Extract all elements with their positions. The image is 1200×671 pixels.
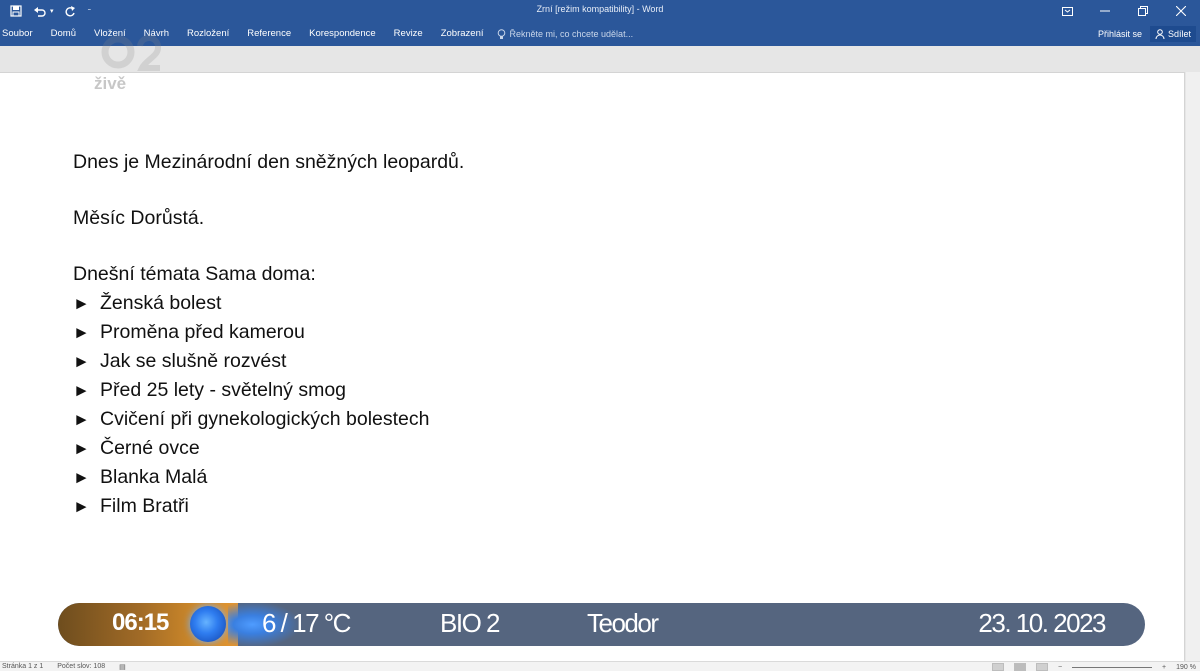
tab-domu[interactable]: Domů	[42, 22, 85, 46]
topic-item: ► Před 25 lety - světelný smog	[73, 376, 464, 405]
topic-item: ► Blanka Malá	[73, 463, 464, 492]
bullet-arrow-icon: ►	[73, 497, 90, 516]
bullet-arrow-icon: ►	[73, 468, 90, 487]
minimize-icon[interactable]	[1086, 0, 1124, 22]
topic-text: Před 25 lety - světelný smog	[100, 379, 347, 401]
sign-in-link[interactable]: Přihlásit se	[1098, 29, 1142, 39]
topic-text: Černé ovce	[100, 437, 200, 459]
tab-reference[interactable]: Reference	[238, 22, 300, 46]
status-left: Stránka 1 z 1 Počet slov: 108 ▤	[2, 663, 126, 671]
topic-item: ► Proměna před kamerou	[73, 318, 464, 347]
topic-text: Cvičení při gynekologických bolestech	[100, 408, 430, 430]
bullet-arrow-icon: ►	[73, 352, 90, 371]
tv-name-day: Teodor	[587, 608, 659, 638]
lightbulb-icon	[497, 28, 505, 39]
status-bar: Stránka 1 z 1 Počet slov: 108 ▤ − + 190 …	[0, 661, 1200, 671]
topic-text: Proměna před kamerou	[100, 321, 305, 343]
channel-logo-text: živě	[94, 74, 127, 93]
bullet-arrow-icon: ►	[73, 323, 90, 342]
page-count[interactable]: Stránka 1 z 1	[2, 663, 43, 671]
zoom-in-button[interactable]: +	[1162, 664, 1166, 671]
tab-soubor[interactable]: Soubor	[2, 22, 42, 46]
bullet-arrow-icon: ►	[73, 439, 90, 458]
restore-icon[interactable]	[1124, 0, 1162, 22]
topic-text: Blanka Malá	[100, 466, 208, 488]
share-label: Sdílet	[1167, 29, 1191, 39]
status-right: − + 190 %	[991, 663, 1196, 671]
empty-paragraph	[73, 177, 464, 204]
doc-line-moon: Měsíc Dorůstá.	[73, 207, 205, 229]
print-layout-button[interactable]	[1013, 663, 1026, 671]
tv-date: 23. 10. 2023	[978, 608, 1106, 638]
tv-temperature: 6 / 17 °C	[262, 608, 351, 638]
person-icon	[1155, 29, 1165, 39]
bullet-arrow-icon: ►	[73, 294, 90, 313]
read-mode-button[interactable]	[991, 663, 1004, 671]
topic-item: ► Cvičení při gynekologických bolestech	[73, 405, 464, 434]
tell-me-search[interactable]: Řekněte mi, co chcete udělat...	[497, 28, 634, 40]
tab-rozlozeni[interactable]: Rozložení	[178, 22, 238, 46]
close-icon[interactable]	[1162, 0, 1200, 22]
tell-me-text: Řekněte mi, co chcete udělat...	[509, 29, 634, 39]
doc-line-snow-leopards: Dnes je Mezinárodní den sněžných leopard…	[73, 151, 465, 173]
zoom-out-button[interactable]: −	[1058, 664, 1062, 671]
topic-item: ► Film Bratři	[73, 492, 464, 521]
window-controls	[1048, 0, 1200, 22]
vertical-scrollbar[interactable]	[1186, 72, 1200, 661]
empty-paragraph	[73, 233, 464, 260]
topic-item: ► Ženská bolest	[73, 289, 464, 318]
tv-time: 06:15	[112, 609, 169, 636]
topic-item: ► Černé ovce	[73, 434, 464, 463]
word-count[interactable]: Počet slov: 108	[57, 663, 105, 671]
proofing-icon[interactable]: ▤	[119, 663, 126, 671]
topic-text: Film Bratři	[100, 495, 189, 517]
tv-channel: BIO 2	[440, 608, 500, 638]
topic-text: Ženská bolest	[100, 292, 222, 314]
share-button[interactable]: Sdílet	[1149, 26, 1196, 42]
ribbon-tabs-bar: Soubor Domů Vložení Návrh Rozložení Refe…	[0, 22, 1200, 46]
topic-text: Jak se slušně rozvést	[100, 350, 287, 372]
account-area: Přihlásit se Sdílet	[1098, 24, 1196, 44]
tab-revize[interactable]: Revize	[385, 22, 432, 46]
web-layout-button[interactable]	[1035, 663, 1048, 671]
tab-zobrazeni[interactable]: Zobrazení	[432, 22, 493, 46]
zoom-slider[interactable]	[1072, 666, 1153, 668]
ribbon-display-icon[interactable]	[1048, 0, 1086, 22]
zoom-level[interactable]: 190 %	[1176, 664, 1196, 671]
window-title: Zrní [režim kompatibility] - Word	[536, 4, 664, 14]
title-bar: ▾ ⁼ Zrní [režim kompatibility] - Word	[0, 0, 1200, 22]
topic-item: ► Jak se slušně rozvést	[73, 347, 464, 376]
bullet-arrow-icon: ►	[73, 410, 90, 429]
topics-heading: Dnešní témata Sama doma:	[73, 263, 316, 285]
tv-info-strip: 06:15 6 / 17 °C BIO 2 Teodor 23. 10. 202…	[58, 603, 1145, 646]
weather-ball-icon	[190, 606, 226, 642]
document-body[interactable]: Dnes je Mezinárodní den sněžných leopard…	[73, 148, 464, 521]
tab-korespondence[interactable]: Korespondence	[300, 22, 385, 46]
bullet-arrow-icon: ►	[73, 381, 90, 400]
